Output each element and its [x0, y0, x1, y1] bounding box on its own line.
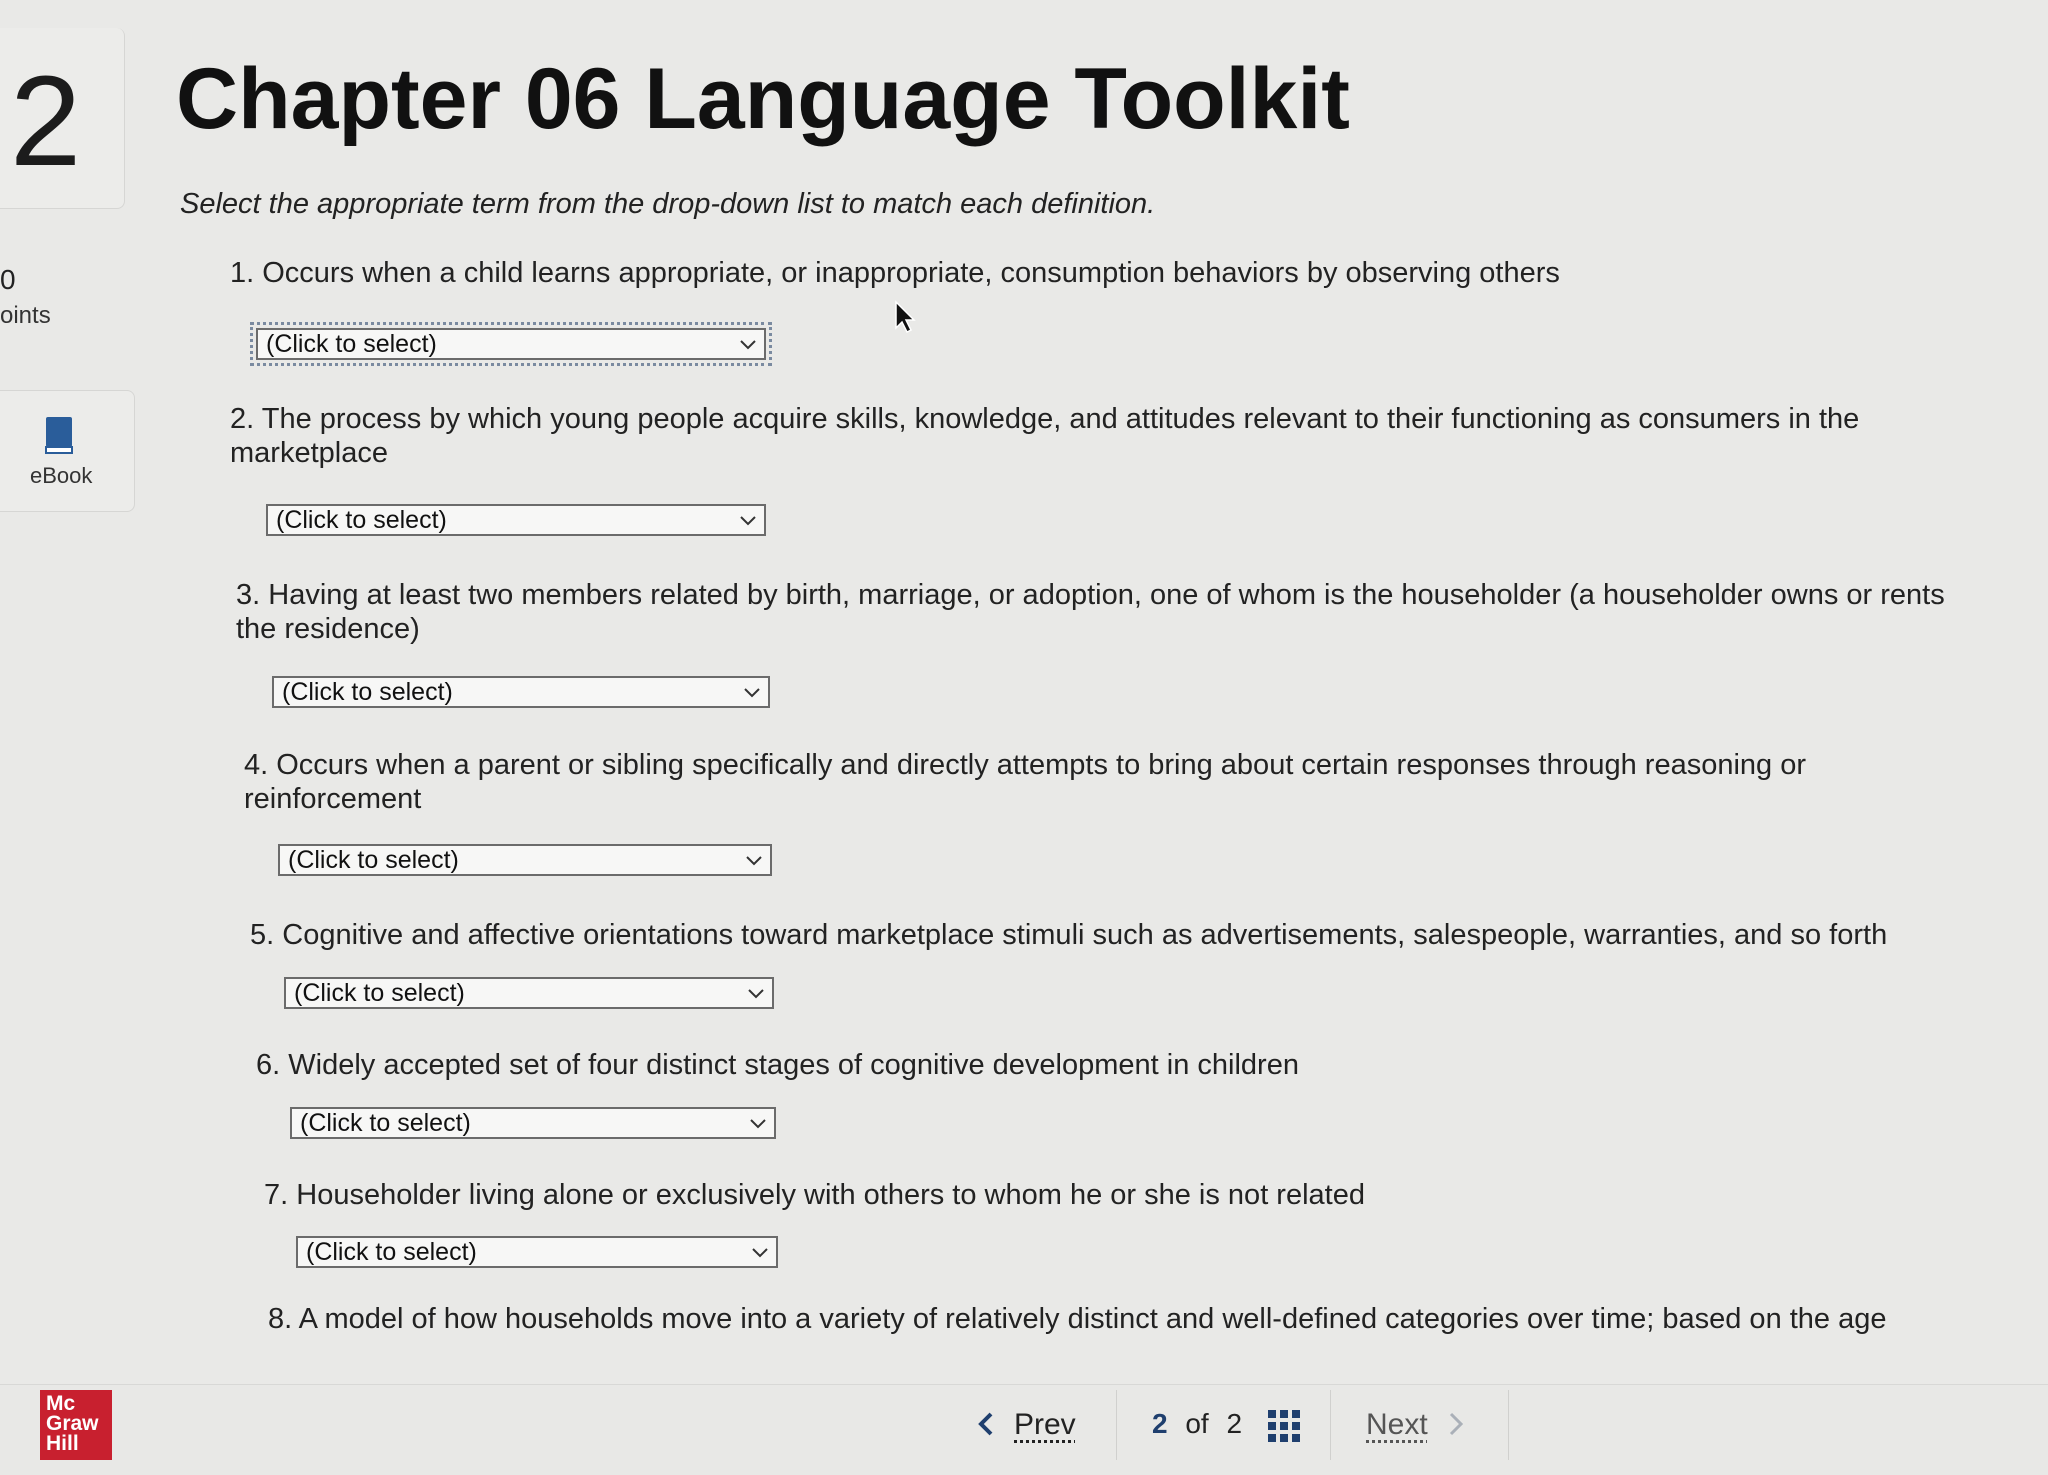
divider — [1330, 1390, 1331, 1460]
page-title: Chapter 06 Language Toolkit — [176, 51, 1350, 147]
question-item: 5. Cognitive and affective orientations … — [250, 918, 2010, 952]
question-item: 6. Widely accepted set of four distinct … — [256, 1048, 1956, 1082]
question-number-label: 5. — [250, 919, 275, 951]
question-item: 7. Householder living alone or exclusive… — [264, 1178, 1964, 1212]
book-icon — [45, 417, 73, 454]
question-text: Occurs when a child learns appropriate, … — [262, 257, 1560, 289]
page-current: 2 — [1152, 1408, 1168, 1439]
ebook-button[interactable]: eBook — [0, 390, 135, 512]
instruction-text: Select the appropriate term from the dro… — [180, 188, 1156, 220]
question-text: A model of how households move into a va… — [298, 1303, 1887, 1335]
divider — [1116, 1390, 1117, 1460]
question-text: Householder living alone or exclusively … — [296, 1179, 1365, 1211]
prev-button[interactable]: Prev — [976, 1408, 1076, 1442]
question-text: Occurs when a parent or sibling specific… — [244, 749, 1807, 815]
points-value: 0 — [0, 264, 16, 295]
dropdown-value: (Click to select) — [282, 678, 453, 706]
question-item: 8. A model of how households move into a… — [268, 1302, 2048, 1336]
logo-line: Graw — [46, 1412, 99, 1435]
points-label: oints — [0, 302, 51, 329]
term-dropdown[interactable]: (Click to select) — [266, 504, 766, 536]
divider — [1508, 1390, 1509, 1460]
question-number-label: 1. — [230, 257, 255, 289]
question-item: 3. Having at least two members related b… — [236, 578, 1966, 646]
term-dropdown[interactable]: (Click to select) — [290, 1107, 776, 1139]
question-number-label: 2. — [230, 403, 255, 435]
question-item: 1. Occurs when a child learns appropriat… — [230, 256, 1950, 290]
page-indicator: 2 of 2 — [1152, 1408, 1242, 1440]
question-number-label: 3. — [236, 579, 261, 611]
chevron-down-icon — [752, 1248, 768, 1258]
grid-icon[interactable] — [1268, 1410, 1300, 1442]
question-text: Having at least two members related by b… — [236, 579, 1945, 645]
chevron-left-icon — [978, 1412, 993, 1436]
logo-line: Mc — [46, 1392, 76, 1415]
question-item: 2. The process by which young people acq… — [230, 402, 1970, 470]
question-number-label: 7. — [264, 1179, 289, 1211]
chevron-down-icon — [750, 1119, 766, 1129]
chevron-down-icon — [748, 989, 764, 999]
question-text: The process by which young people acquir… — [230, 403, 1860, 469]
dropdown-value: (Click to select) — [306, 1238, 477, 1266]
dropdown-value: (Click to select) — [294, 979, 465, 1007]
dropdown-value: (Click to select) — [300, 1109, 471, 1137]
question-number-label: 8. — [268, 1303, 293, 1335]
question-text: Widely accepted set of four distinct sta… — [288, 1049, 1299, 1081]
mcgraw-hill-logo: Mc Graw Hill — [40, 1390, 112, 1460]
question-number-label: 4. — [244, 749, 269, 781]
chevron-down-icon — [744, 688, 760, 698]
chevron-down-icon — [746, 856, 762, 866]
term-dropdown[interactable]: (Click to select) — [272, 676, 770, 708]
term-dropdown[interactable]: (Click to select) — [278, 844, 772, 876]
dropdown-value: (Click to select) — [266, 330, 437, 358]
question-item: 4. Occurs when a parent or sibling speci… — [244, 748, 1944, 816]
chevron-down-icon — [740, 340, 756, 350]
page-total: 2 — [1226, 1408, 1243, 1439]
chevron-right-icon — [1449, 1412, 1463, 1436]
question-text: Cognitive and affective orientations tow… — [282, 919, 1888, 951]
page-of: of — [1185, 1408, 1209, 1439]
mouse-cursor-icon — [895, 300, 916, 334]
prev-label: Prev — [1014, 1408, 1076, 1441]
question-number-label: 6. — [256, 1049, 281, 1081]
term-dropdown[interactable]: (Click to select) — [296, 1236, 778, 1268]
chevron-down-icon — [740, 516, 756, 526]
question-number: 2 — [10, 50, 82, 193]
dropdown-value: (Click to select) — [288, 846, 459, 874]
next-button[interactable]: Next — [1366, 1408, 1466, 1442]
ebook-label: eBook — [30, 463, 93, 488]
term-dropdown[interactable]: (Click to select) — [250, 322, 772, 366]
dropdown-value: (Click to select) — [276, 506, 447, 534]
next-label: Next — [1366, 1408, 1428, 1441]
logo-line: Hill — [46, 1432, 79, 1455]
term-dropdown[interactable]: (Click to select) — [284, 977, 774, 1009]
question-number-panel: 2 — [0, 28, 125, 209]
